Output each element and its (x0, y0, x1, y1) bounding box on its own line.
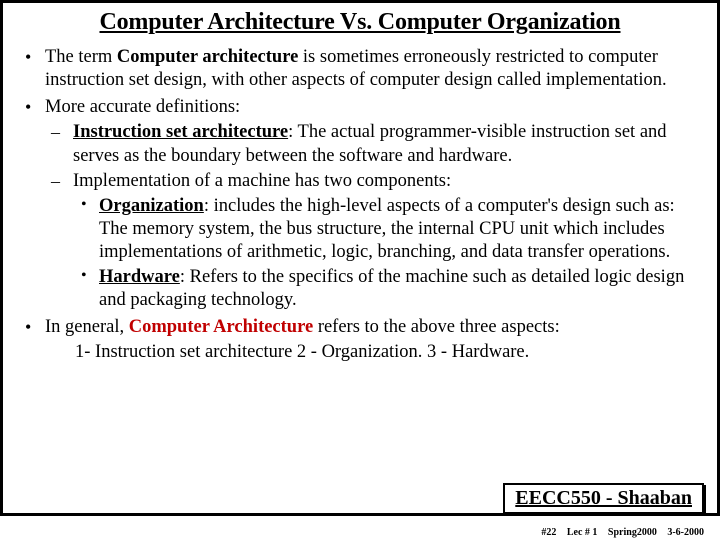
b1-pre: The term (45, 47, 117, 67)
bullet-3: In general, Computer Architecture refers… (17, 316, 703, 363)
footer-date: 3-6-2000 (667, 527, 704, 538)
hw-label: Hardware (99, 267, 180, 287)
b3-bold: Computer Architecture (129, 317, 313, 337)
impl-item: Implementation of a machine has two comp… (45, 170, 703, 313)
b1-bold: Computer architecture (117, 47, 298, 67)
hw-item: Hardware: Refers to the specifics of the… (73, 266, 703, 312)
footer-page: #22 (541, 527, 556, 538)
isa-label: Instruction set architecture (73, 122, 288, 142)
b3-post: refers to the above three aspects: (313, 317, 560, 337)
org-label: Organization (99, 196, 204, 216)
b2-text: More accurate definitions: (45, 97, 240, 117)
bullet-2: More accurate definitions: Instruction s… (17, 96, 703, 312)
footer-term: Spring2000 (608, 527, 657, 538)
hw-rest: : Refers to the specifics of the machine… (99, 267, 684, 310)
isa-item: Instruction set architecture: The actual… (45, 121, 703, 167)
sub-list-3: Organization: includes the high-level as… (73, 195, 703, 313)
course-box: EECC550 - Shaaban (503, 483, 704, 514)
bullet-list: The term Computer architecture is someti… (17, 46, 703, 364)
slide-title: Computer Architecture Vs. Computer Organ… (17, 9, 703, 36)
bullet-1: The term Computer architecture is someti… (17, 46, 703, 92)
b3-line: 1- Instruction set architecture 2 - Orga… (45, 340, 703, 364)
footer: #22 Lec # 1 Spring2000 3-6-2000 (533, 527, 704, 538)
slide-frame: Computer Architecture Vs. Computer Organ… (0, 0, 720, 516)
b3-pre: In general, (45, 317, 129, 337)
sub-list-2: Instruction set architecture: The actual… (45, 121, 703, 312)
impl-text: Implementation of a machine has two comp… (73, 171, 451, 191)
org-item: Organization: includes the high-level as… (73, 195, 703, 264)
footer-lec: Lec # 1 (567, 527, 598, 538)
